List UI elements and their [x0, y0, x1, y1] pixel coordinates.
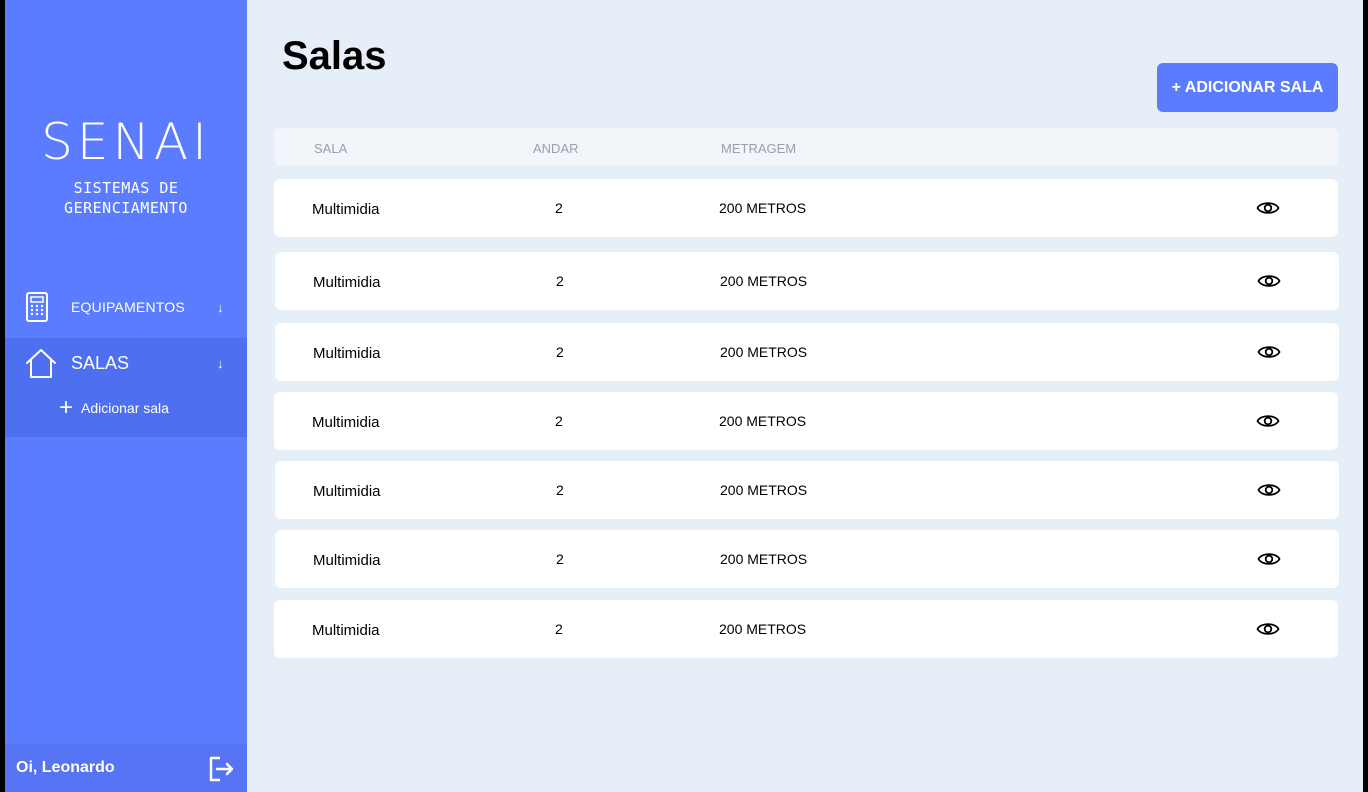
- cell-metragem: 200 METROS: [719, 413, 807, 429]
- cell-sala: Multimidia: [313, 552, 381, 569]
- cell-sala: Multimidia: [312, 414, 380, 431]
- logo-subtitle-line1: SISTEMAS DE: [73, 179, 179, 197]
- cell-sala: Multimidia: [313, 483, 381, 500]
- chevron-down-icon: ↓: [217, 299, 224, 315]
- logo-subtitle-line2: GERENCIAMENTO: [64, 199, 188, 217]
- cell-sala: Multimidia: [313, 345, 381, 362]
- cell-andar: 2: [556, 551, 564, 567]
- user-greeting: Oi, Leonardo: [16, 759, 115, 776]
- cell-andar: 2: [555, 200, 563, 216]
- table-row: Multimidia 2 200 METROS: [275, 323, 1339, 381]
- table-row: Multimidia 2 200 METROS: [274, 600, 1338, 658]
- user-bar: Oi, Leonardo: [5, 744, 247, 792]
- table-row: Multimidia 2 200 METROS: [275, 252, 1339, 310]
- eye-icon[interactable]: [1257, 550, 1281, 573]
- house-icon: [25, 347, 57, 379]
- cell-metragem: 200 METROS: [720, 344, 808, 360]
- cell-metragem: 200 METROS: [720, 482, 808, 498]
- column-header-metragem: METRAGEM: [721, 141, 797, 156]
- cell-andar: 2: [556, 273, 564, 289]
- column-header-sala: SALA: [314, 141, 348, 156]
- logout-icon[interactable]: [208, 755, 236, 788]
- cell-metragem: 200 METROS: [719, 621, 807, 637]
- cell-sala: Multimidia: [312, 622, 380, 639]
- eye-icon[interactable]: [1257, 272, 1281, 295]
- table-row: Multimidia 2 200 METROS: [274, 392, 1338, 450]
- eye-icon[interactable]: [1257, 343, 1281, 366]
- sidebar: SENAI SISTEMAS DE GERENCIAMENTO EQUIPAME…: [5, 0, 247, 792]
- cell-andar: 2: [556, 344, 564, 360]
- column-header-andar: ANDAR: [533, 141, 579, 156]
- cell-metragem: 200 METROS: [719, 200, 807, 216]
- sidebar-item-salas[interactable]: SALAS ↓: [5, 338, 247, 388]
- table-row: Multimidia 2 200 METROS: [275, 530, 1339, 588]
- eye-icon[interactable]: [1257, 481, 1281, 504]
- sidebar-subitem-adicionar-sala[interactable]: + Adicionar sala: [59, 394, 169, 421]
- plus-icon: +: [59, 394, 74, 421]
- cell-sala: Multimidia: [313, 274, 381, 291]
- cell-sala: Multimidia: [312, 201, 380, 218]
- cell-andar: 2: [556, 482, 564, 498]
- logo-subtitle: SISTEMAS DE GERENCIAMENTO: [5, 178, 247, 218]
- sidebar-group-salas: SALAS ↓ + Adicionar sala: [5, 338, 247, 437]
- app-window: SENAI SISTEMAS DE GERENCIAMENTO EQUIPAME…: [5, 0, 1363, 792]
- logo: SENAI SISTEMAS DE GERENCIAMENTO: [5, 114, 247, 218]
- chevron-down-icon: ↓: [217, 355, 224, 371]
- add-sala-button[interactable]: + ADICIONAR SALA: [1157, 63, 1338, 112]
- cell-metragem: 200 METROS: [720, 273, 808, 289]
- logo-title: SENAI: [41, 113, 211, 171]
- sidebar-subitem-label: Adicionar sala: [81, 400, 169, 416]
- table-header: SALA ANDAR METRAGEM: [274, 128, 1338, 166]
- table-row: Multimidia 2 200 METROS: [274, 179, 1338, 237]
- cell-andar: 2: [555, 621, 563, 637]
- eye-icon[interactable]: [1256, 199, 1280, 222]
- page-title: Salas: [282, 34, 387, 78]
- calculator-icon: [25, 292, 49, 322]
- sidebar-item-label: SALAS: [71, 352, 130, 373]
- sidebar-item-equipamentos[interactable]: EQUIPAMENTOS ↓: [5, 286, 247, 328]
- cell-andar: 2: [555, 413, 563, 429]
- eye-icon[interactable]: [1256, 412, 1280, 435]
- sidebar-item-label: EQUIPAMENTOS: [71, 299, 185, 315]
- table-row: Multimidia 2 200 METROS: [275, 461, 1339, 519]
- eye-icon[interactable]: [1256, 620, 1280, 643]
- cell-metragem: 200 METROS: [720, 551, 808, 567]
